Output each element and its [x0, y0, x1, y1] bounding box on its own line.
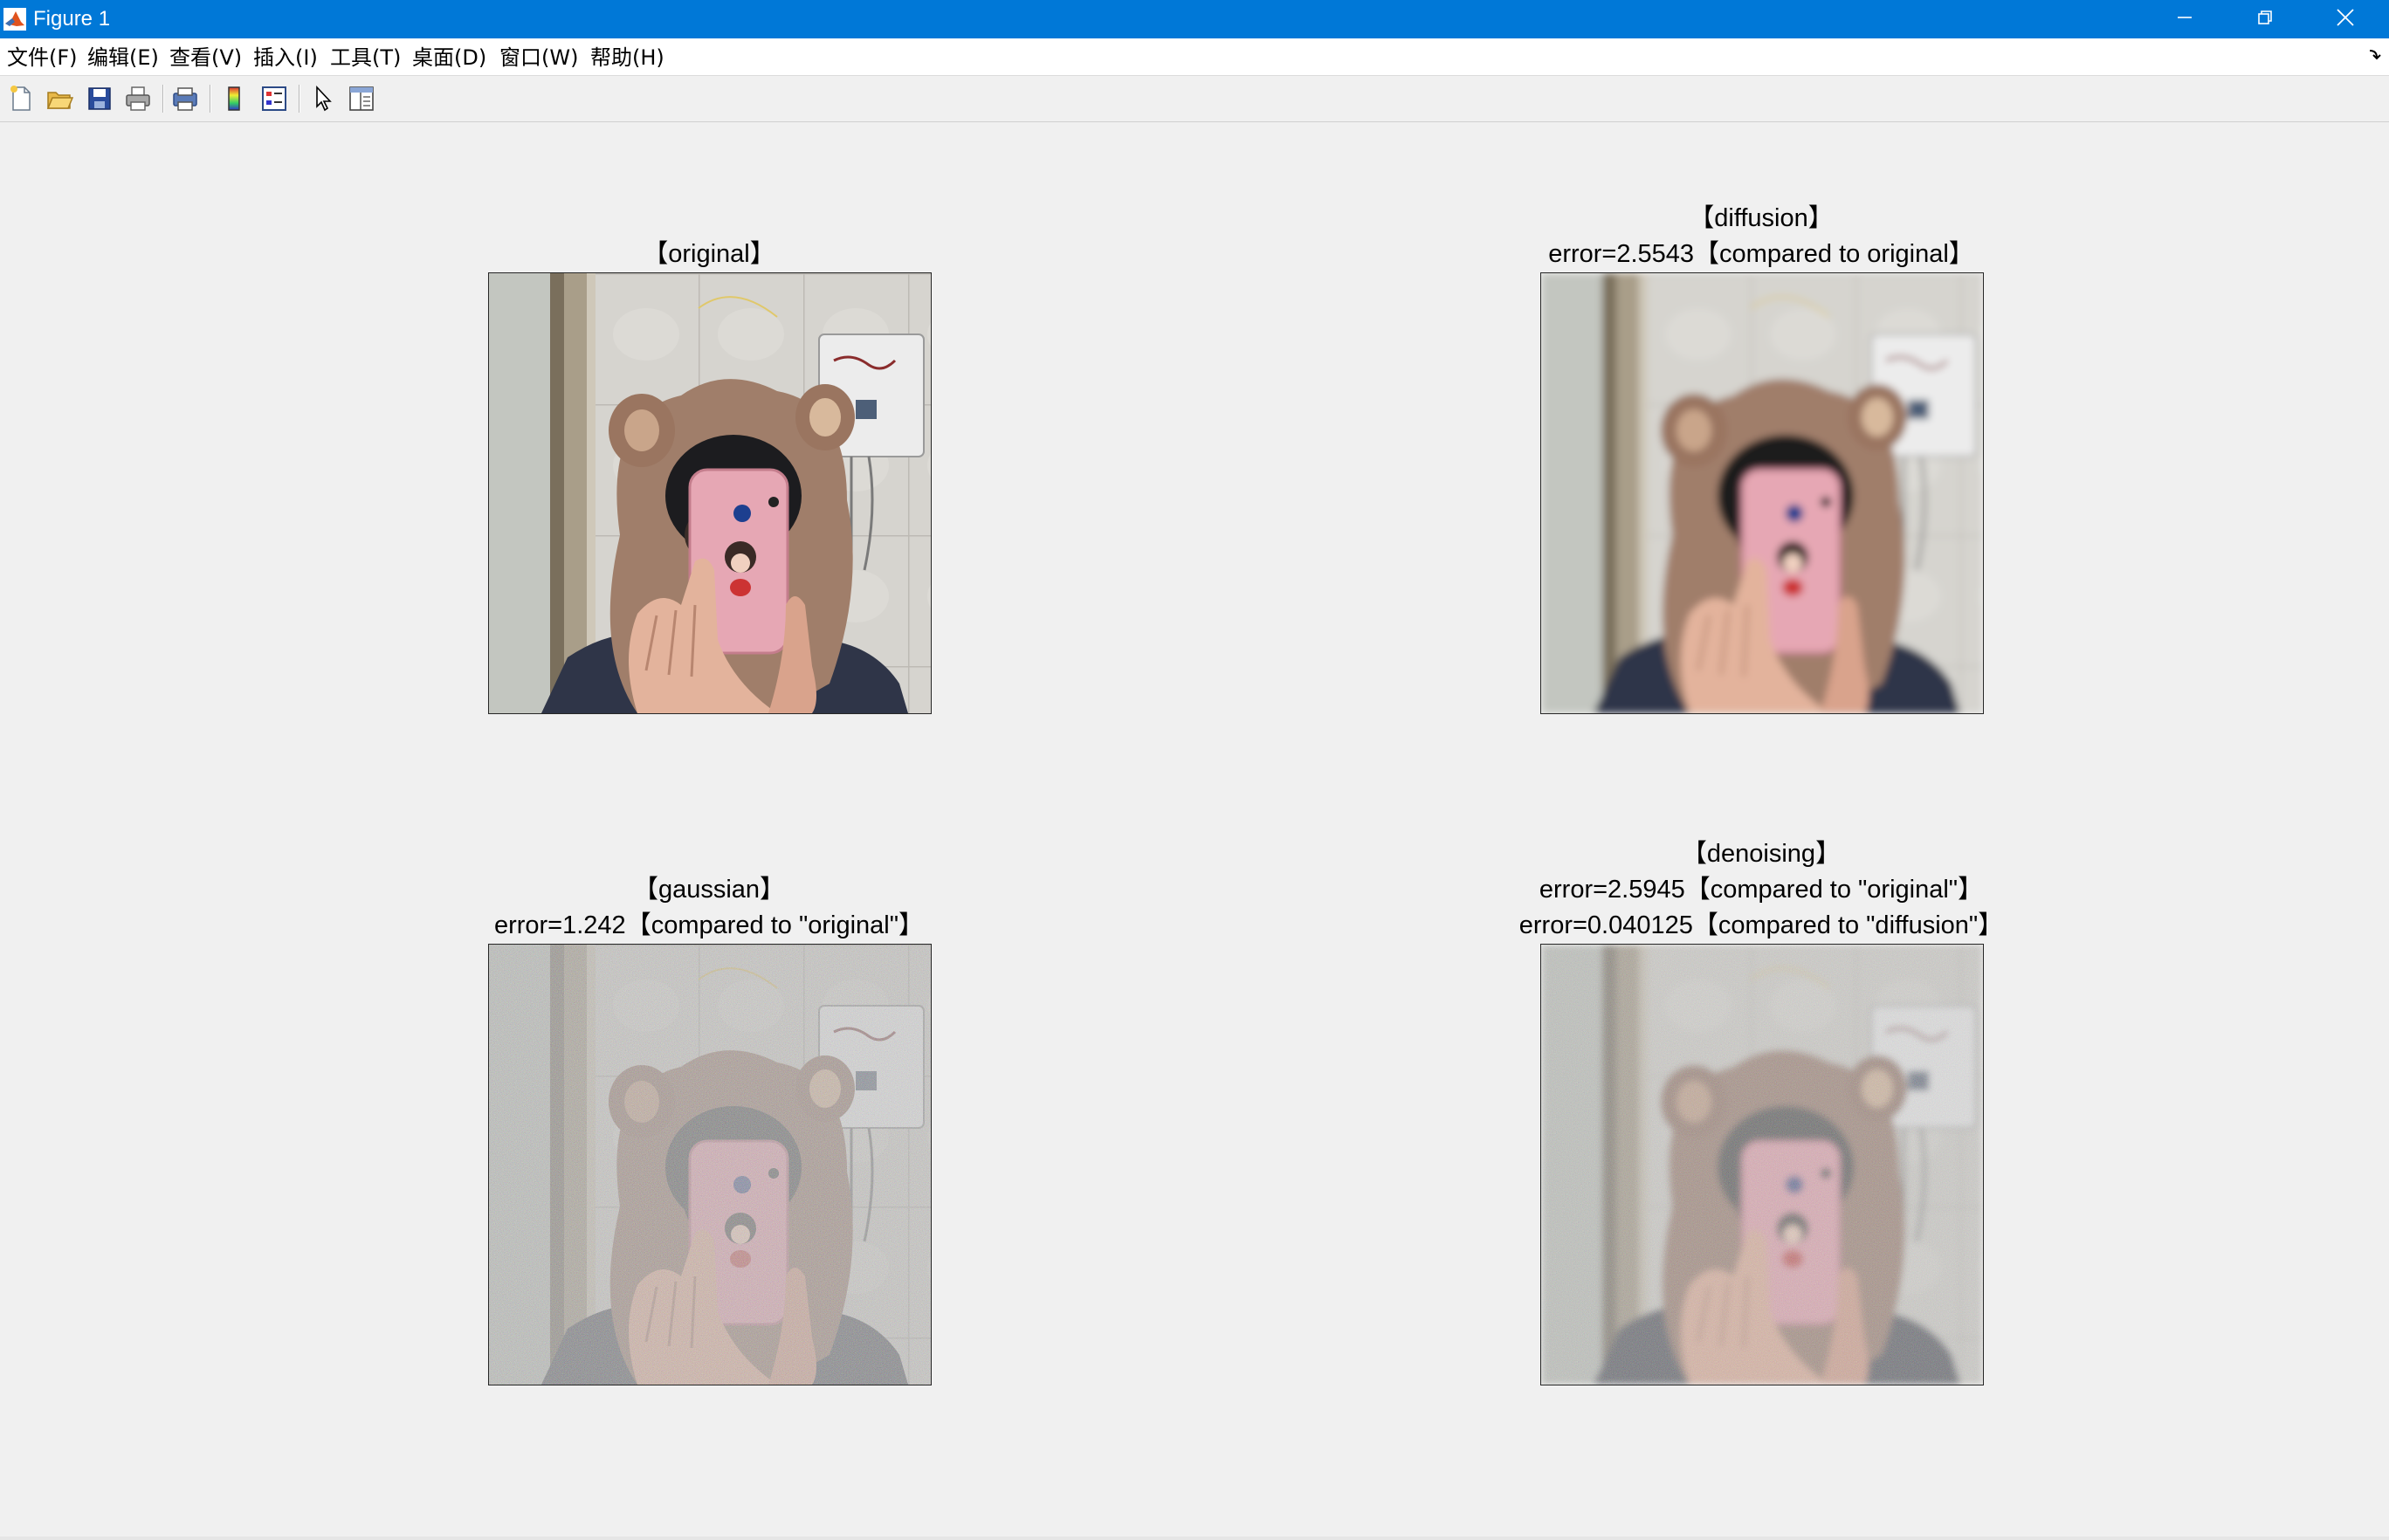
toolbar-separator	[210, 85, 211, 113]
restore-button[interactable]	[2225, 0, 2305, 38]
restore-icon	[2256, 9, 2274, 31]
dock-arrow-icon[interactable]	[2368, 47, 2382, 67]
gaussian-image[interactable]	[488, 944, 932, 1385]
title-bar[interactable]: Figure 1	[0, 0, 2389, 38]
menu-tools[interactable]: 工具(T)	[330, 45, 401, 70]
window-bottom-edge	[0, 1537, 2389, 1540]
figure-toolbar	[0, 76, 2389, 122]
insert-colorbar-icon[interactable]	[220, 85, 248, 113]
menu-edit[interactable]: 编辑(E)	[87, 45, 159, 70]
original-title-line: 【original】	[643, 240, 775, 268]
original-image[interactable]	[488, 272, 932, 714]
minimize-button[interactable]	[2145, 0, 2225, 38]
close-button[interactable]	[2305, 0, 2386, 38]
diffusion-title: 【diffusion】 error=2.5543【compared to ori…	[1368, 201, 2154, 272]
menu-bar: 文件(F) 编辑(E) 查看(V) 插入(I) 工具(T) 桌面(D) 窗口(W…	[0, 38, 2389, 76]
gaussian-title-line: 【gaussian】	[632, 876, 786, 904]
denoising-image[interactable]	[1540, 944, 1984, 1385]
denoising-error-original-line: error=2.5945【compared to "original"】	[1539, 876, 1984, 904]
edit-plot-icon[interactable]	[309, 85, 337, 113]
property-inspector-icon[interactable]	[348, 85, 375, 113]
original-title: 【original】	[316, 237, 1102, 272]
matlab-icon	[3, 8, 26, 31]
toolbar-separator	[162, 85, 164, 113]
new-figure-icon[interactable]	[7, 85, 35, 113]
menu-desktop[interactable]: 桌面(D)	[412, 45, 486, 70]
figure-canvas: 【original】 【diffusion】 error=2.5543【comp…	[0, 122, 2389, 1540]
denoising-title: 【denoising】 error=2.5945【compared to "or…	[1368, 836, 2154, 944]
gaussian-error-line: error=1.242【compared to "original"】	[493, 911, 925, 939]
print-icon[interactable]	[124, 85, 152, 113]
menu-insert[interactable]: 插入(I)	[253, 45, 318, 70]
insert-legend-icon[interactable]	[260, 85, 288, 113]
diffusion-title-line: 【diffusion】	[1689, 204, 1834, 232]
gaussian-title: 【gaussian】 error=1.242【compared to "orig…	[316, 872, 1102, 944]
diffusion-image[interactable]	[1540, 272, 1984, 714]
minimize-icon	[2176, 9, 2193, 31]
menu-window[interactable]: 窗口(W)	[499, 45, 578, 70]
toolbar-separator	[299, 85, 300, 113]
diffusion-error-line: error=2.5543【compared to original】	[1548, 240, 1974, 268]
close-icon	[2336, 8, 2355, 31]
menu-help[interactable]: 帮助(H)	[590, 45, 664, 70]
open-file-icon[interactable]	[45, 85, 74, 113]
save-icon[interactable]	[86, 85, 114, 113]
figure-window: Figure 1 文件(F) 编辑(E) 查看(V) 插入(I) 工具(T) 桌…	[0, 0, 2389, 1540]
window-title: Figure 1	[33, 7, 111, 31]
menu-view[interactable]: 查看(V)	[169, 45, 242, 70]
denoising-error-diffusion-line: error=0.040125【compared to "diffusion"】	[1518, 911, 2004, 939]
menu-file[interactable]: 文件(F)	[7, 45, 78, 70]
denoising-title-line: 【denoising】	[1681, 840, 1842, 868]
print-preview-icon[interactable]	[171, 85, 199, 113]
